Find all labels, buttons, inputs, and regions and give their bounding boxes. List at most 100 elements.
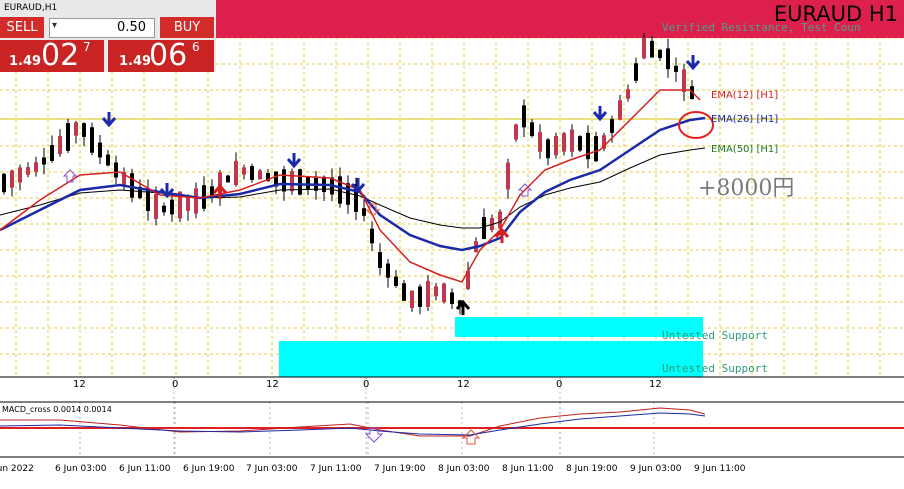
bearish-candle (250, 166, 254, 180)
buy-button[interactable]: BUY (160, 17, 214, 38)
bearish-candle (90, 127, 94, 153)
bearish-candle (418, 286, 422, 307)
bullish-candle (194, 188, 198, 214)
sell-price-main: 02 (41, 38, 80, 73)
sell-price-prefix: 1.49 (9, 54, 42, 69)
bearish-candle (666, 48, 670, 70)
bearish-candle (530, 122, 534, 137)
bearish-candle (378, 252, 382, 268)
x-axis-label: 7 Jun 11:00 (310, 464, 362, 474)
bullish-candle (34, 162, 38, 172)
bearish-candle (450, 292, 454, 304)
ema50-label: EMA(50) [H1] (711, 144, 779, 155)
bearish-candle (226, 175, 230, 183)
bullish-candle (554, 135, 558, 156)
sell-signal-arrow-icon (286, 153, 302, 169)
hour-tick: 0 (363, 379, 370, 390)
symbol-caption: EURAUD,H1 (4, 3, 58, 13)
bearish-candle (386, 263, 390, 278)
bearish-candle (394, 276, 398, 287)
bearish-candle (650, 40, 654, 58)
bearish-candle (658, 49, 662, 59)
hour-tick: 12 (457, 379, 470, 390)
ema26-label: EMA(26) [H1] (711, 114, 779, 125)
bullish-candle (514, 124, 518, 140)
bullish-candle (626, 89, 630, 99)
hour-tick: 12 (266, 379, 279, 390)
bearish-candle (674, 65, 678, 72)
bullish-candle (682, 69, 686, 93)
lot-down-arrow-icon[interactable]: ▾ (52, 20, 57, 31)
bearish-candle (482, 216, 486, 240)
exit-circle-marker (678, 111, 714, 139)
x-axis-label: 9 Jun 11:00 (694, 464, 746, 474)
signal-arrows (62, 55, 701, 315)
x-axis-label: 6 Jun 03:00 (55, 464, 107, 474)
bearish-candle (2, 173, 6, 193)
one-click-trading-panel: EURAUD,H1 SELL 0.50 ▾ BUY 1.49 02 7 1.49… (0, 0, 216, 73)
bearish-candle (338, 176, 342, 204)
x-axis-label: 7 Jun 19:00 (374, 464, 426, 474)
hour-tick: 12 (73, 379, 86, 390)
x-axis-label: 8 Jun 11:00 (502, 464, 554, 474)
bearish-candle (634, 63, 638, 81)
sell-signal-arrow-icon (685, 55, 701, 71)
bullish-candle (18, 167, 22, 183)
bearish-candle (578, 136, 582, 151)
bearish-candle (594, 136, 598, 162)
support-label-1: Untested Support (662, 329, 768, 342)
bearish-candle (98, 142, 102, 158)
hour-tick: 0 (556, 379, 563, 390)
bearish-candle (546, 139, 550, 159)
bullish-candle (58, 135, 62, 155)
bullish-candle (506, 162, 510, 190)
bullish-candle (10, 170, 14, 188)
bullish-candle (434, 286, 438, 297)
price-chart[interactable] (0, 0, 904, 489)
bullish-candle (498, 211, 502, 229)
bearish-candle (50, 145, 54, 161)
bearish-candle (82, 123, 86, 137)
x-axis-label: 9 Jun 03:00 (630, 464, 682, 474)
bullish-candle (562, 133, 566, 152)
x-axis-label: 8 Jun 03:00 (438, 464, 490, 474)
sell-price-box[interactable]: 1.49 02 7 (0, 38, 104, 73)
bullish-candle (258, 170, 262, 180)
bullish-candle (642, 37, 646, 59)
macd-label: MACD_cross 0.0014 0.0014 (2, 405, 112, 414)
x-axis-label: 8 Jun 19:00 (566, 464, 618, 474)
sell-button[interactable]: SELL (0, 17, 44, 38)
bearish-candle (114, 162, 118, 178)
bearish-candle (306, 176, 310, 190)
hour-tick: 12 (649, 379, 662, 390)
bullish-candle (426, 281, 430, 307)
bullish-candle (154, 194, 158, 219)
x-axis-label: Jun 2022 (0, 464, 34, 474)
lot-size-input[interactable]: 0.50 (49, 18, 155, 38)
hour-tick: 0 (172, 379, 179, 390)
profit-annotation: +8000円 (698, 176, 795, 201)
buy-price-prefix: 1.49 (119, 54, 152, 69)
buy-price-pip: 6 (192, 40, 200, 54)
ema12-label: EMA(12) [H1] (711, 90, 779, 101)
bearish-candle (130, 173, 134, 198)
x-axis-label: 6 Jun 11:00 (119, 464, 171, 474)
resistance-label: Verified Resistance, Test Coun (662, 21, 861, 34)
bearish-candle (282, 169, 286, 192)
bearish-candle (106, 154, 110, 166)
buy-price-box[interactable]: 1.49 06 6 (108, 38, 214, 73)
sell-signal-arrow-icon (101, 112, 117, 128)
buy-price-main: 06 (149, 38, 188, 73)
bullish-candle (618, 100, 622, 120)
macd-cross-up-icon (461, 429, 481, 445)
bearish-candle (402, 283, 406, 301)
bullish-candle (242, 167, 246, 175)
bearish-candle (610, 119, 614, 133)
support-label-2: Untested Support (662, 362, 768, 375)
sell-price-pip: 7 (83, 40, 91, 54)
bullish-candle (290, 171, 294, 192)
bearish-candle (42, 157, 46, 165)
bearish-candle (362, 208, 366, 216)
bullish-candle (26, 167, 30, 175)
support-zone-2 (279, 341, 703, 377)
